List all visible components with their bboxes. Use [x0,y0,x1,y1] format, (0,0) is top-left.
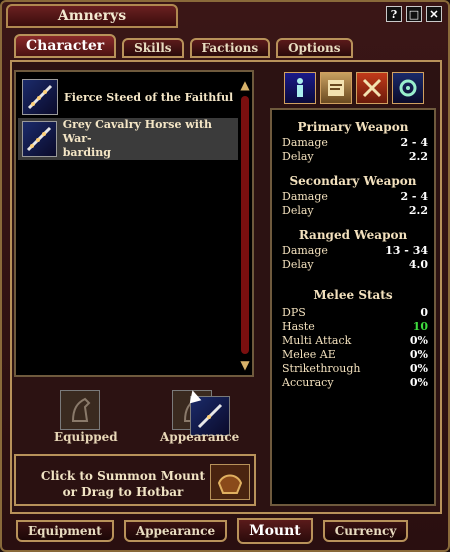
melee-label: Accuracy [282,376,334,389]
saddle-icon[interactable] [210,464,250,500]
melee-row: Accuracy 0% [282,376,428,389]
tab-skills[interactable]: Skills [122,38,184,58]
ranged-delay-value: 4.0 [408,258,428,271]
primary-damage-label: Damage [282,136,328,149]
bottom-tabs: Equipment Appearance Mount Currency [16,518,409,544]
tab-mount[interactable]: Mount [237,518,313,544]
ranged-delay-row: Delay 4.0 [282,258,428,271]
horse-bridle-icon [22,79,58,115]
melee-value: 0 [420,306,428,319]
secondary-damage-value: 2 - 4 [400,190,428,203]
stats-panel: Primary Weapon Damage 2 - 4 Delay 2.2 Se… [270,108,436,506]
melee-row: Haste 10 [282,320,428,333]
primary-damage-row: Damage 2 - 4 [282,136,428,149]
melee-value: 0% [409,334,428,347]
summon-text: Click to Summon Mount or Drag to Hotbar [40,469,206,499]
tab-character[interactable]: Character [14,34,117,58]
window-controls: ? □ ✕ [386,6,442,22]
melee-label: Multi Attack [282,334,352,347]
secondary-delay-row: Delay 2.2 [282,204,428,217]
melee-label: Haste [282,320,315,333]
melee-value: 0% [409,348,428,361]
settings-icon[interactable] [392,72,424,104]
horse-head-icon [71,397,91,422]
melee-value: 0% [409,376,428,389]
ranged-title: Ranged Weapon [298,228,408,242]
secondary-damage-row: Damage 2 - 4 [282,190,428,203]
scroll-down-icon[interactable]: ▼ [238,358,252,372]
ranged-damage-label: Damage [282,244,328,257]
primary-delay-value: 2.2 [408,150,428,163]
equipped-slot[interactable] [60,390,100,430]
list-item[interactable]: Grey Cavalry Horse with War- barding [18,118,238,160]
help-button[interactable]: ? [386,6,402,22]
primary-delay-row: Delay 2.2 [282,150,428,163]
melee-row: Multi Attack 0% [282,334,428,347]
scroll-track[interactable] [241,96,249,354]
character-window: Amnerys ? □ ✕ Character Skills Factions … [0,0,450,552]
melee-row: DPS 0 [282,306,428,319]
summon-panel[interactable]: Click to Summon Mount or Drag to Hotbar [14,454,256,506]
secondary-damage-label: Damage [282,190,328,203]
tab-factions[interactable]: Factions [189,38,271,58]
melee-value: 10 [412,320,428,333]
primary-title: Primary Weapon [297,120,409,134]
tab-options[interactable]: Options [276,38,353,58]
tab-appearance[interactable]: Appearance [123,520,228,542]
mount-list: Fierce Steed of the Faithful Grey Cavalr… [14,70,254,377]
secondary-title: Secondary Weapon [289,174,417,188]
scroll-icon[interactable] [320,72,352,104]
primary-delay-label: Delay [282,150,314,163]
primary-damage-value: 2 - 4 [400,136,428,149]
tab-currency[interactable]: Currency [322,520,409,542]
tab-equipment[interactable]: Equipment [16,520,114,542]
melee-value: 0% [409,362,428,375]
melee-label: Strikethrough [282,362,361,375]
list-scrollbar[interactable]: ▲ ▼ [238,78,252,372]
equipped-label: Equipped [54,430,118,444]
list-item[interactable]: Fierce Steed of the Faithful [18,76,238,118]
melee-row: Strikethrough 0% [282,362,428,375]
mount-name: Fierce Steed of the Faithful [64,90,234,104]
ranged-delay-label: Delay [282,258,314,271]
melee-title: Melee Stats [313,288,393,302]
stat-icons [284,72,424,104]
minimize-button[interactable]: □ [406,6,422,22]
combat-icon[interactable] [356,72,388,104]
horse-bridle-icon [197,403,223,429]
melee-row: Melee AE 0% [282,348,428,361]
mount-name: Grey Cavalry Horse with War- barding [62,118,213,159]
horse-bridle-icon [22,121,57,157]
ranged-damage-value: 13 - 34 [385,244,428,257]
top-tabs: Character Skills Factions Options [14,34,353,58]
window-title: Amnerys [6,4,178,28]
appearance-label: Appearance [160,430,240,444]
melee-label: Melee AE [282,348,336,361]
melee-label: DPS [282,306,306,319]
scroll-up-icon[interactable]: ▲ [238,78,252,92]
secondary-delay-label: Delay [282,204,314,217]
ranged-damage-row: Damage 13 - 34 [282,244,428,257]
character-icon[interactable] [284,72,316,104]
secondary-delay-value: 2.2 [408,204,428,217]
close-button[interactable]: ✕ [426,6,442,22]
